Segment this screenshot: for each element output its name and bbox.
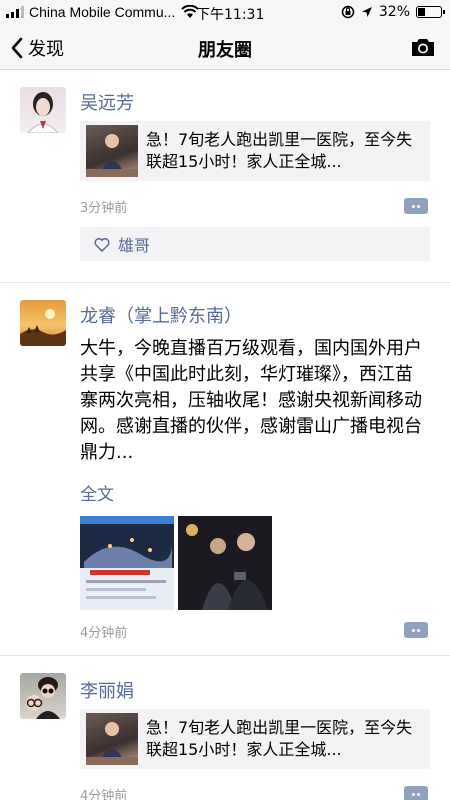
liker-name[interactable]: 雄哥 xyxy=(118,232,150,256)
post-text: 大牛，今晚直播百万级观看，国内国外用户共享《中国此时此刻，华灯璀璨》，西江苗寨两… xyxy=(80,338,422,463)
thumbnail-person-icon xyxy=(86,722,138,765)
post-author[interactable]: 吴远芳 xyxy=(80,89,134,115)
status-time: 下午11:31 xyxy=(196,7,265,23)
nav-bar: 发现 朋友圈 xyxy=(0,26,450,70)
share-title: 急！7旬老人跑出凯里一医院，至今失联超15小时！家人正全城... xyxy=(146,718,413,759)
likes-bar: 雄哥 xyxy=(80,227,430,261)
post-photo[interactable] xyxy=(178,516,272,610)
avatar[interactable] xyxy=(20,673,66,719)
comment-button[interactable] xyxy=(404,622,428,638)
carrier-name: China Mobile Commu... xyxy=(29,4,176,20)
battery-icon xyxy=(416,6,445,18)
post-author[interactable]: 李丽娟 xyxy=(80,677,134,703)
avatar-people-icon xyxy=(26,677,60,719)
post-time: 4分钟前 xyxy=(80,626,128,641)
share-title: 急！7旬老人跑出凯里一医院，至今失联超15小时！家人正全城... xyxy=(146,130,413,171)
shared-link-card[interactable]: 急！7旬老人跑出凯里一医院，至今失联超15小时！家人正全城... xyxy=(80,709,430,769)
post-author[interactable]: 龙睿（掌上黔东南） xyxy=(80,302,242,328)
signal-icon xyxy=(6,6,24,18)
post-time: 4分钟前 xyxy=(80,789,128,800)
share-thumbnail xyxy=(86,125,138,177)
post-time: 3分钟前 xyxy=(80,201,128,216)
location-icon xyxy=(361,7,372,17)
camera-icon[interactable] xyxy=(410,36,436,58)
avatar[interactable] xyxy=(20,300,66,346)
photo-night-people-icon xyxy=(178,516,272,610)
status-bar: China Mobile Commu... 下午11:31 32% xyxy=(0,0,450,26)
post-photo[interactable] xyxy=(80,516,174,610)
thumbnail-person-icon xyxy=(86,134,138,177)
page-title: 朋友圈 xyxy=(198,40,252,61)
feed-post: 李丽娟 急！7旬老人跑出凯里一医院，至今失联超15小时！家人正全城... 4分钟… xyxy=(0,657,450,800)
feed-post: 龙睿（掌上黔东南） 大牛，今晚直播百万级观看，国内国外用户共享《中国此时此刻，华… xyxy=(0,284,450,656)
feed-post: 吴远芳 急！7旬老人跑出凯里一医院，至今失联超15小时！家人正全城... 3分钟… xyxy=(0,71,450,283)
full-text-link[interactable]: 全文 xyxy=(80,480,114,505)
avatar[interactable] xyxy=(20,87,66,133)
photo-screenshot-icon xyxy=(80,516,174,599)
rotation-lock-icon xyxy=(341,5,355,19)
avatar-portrait-icon xyxy=(27,92,59,133)
share-thumbnail xyxy=(86,713,138,765)
comment-button[interactable] xyxy=(404,786,428,800)
avatar-sunset-icon xyxy=(20,309,66,346)
heart-icon xyxy=(94,237,110,252)
battery-percent: 32% xyxy=(378,4,410,20)
shared-link-card[interactable]: 急！7旬老人跑出凯里一医院，至今失联超15小时！家人正全城... xyxy=(80,121,430,181)
comment-button[interactable] xyxy=(404,198,428,214)
